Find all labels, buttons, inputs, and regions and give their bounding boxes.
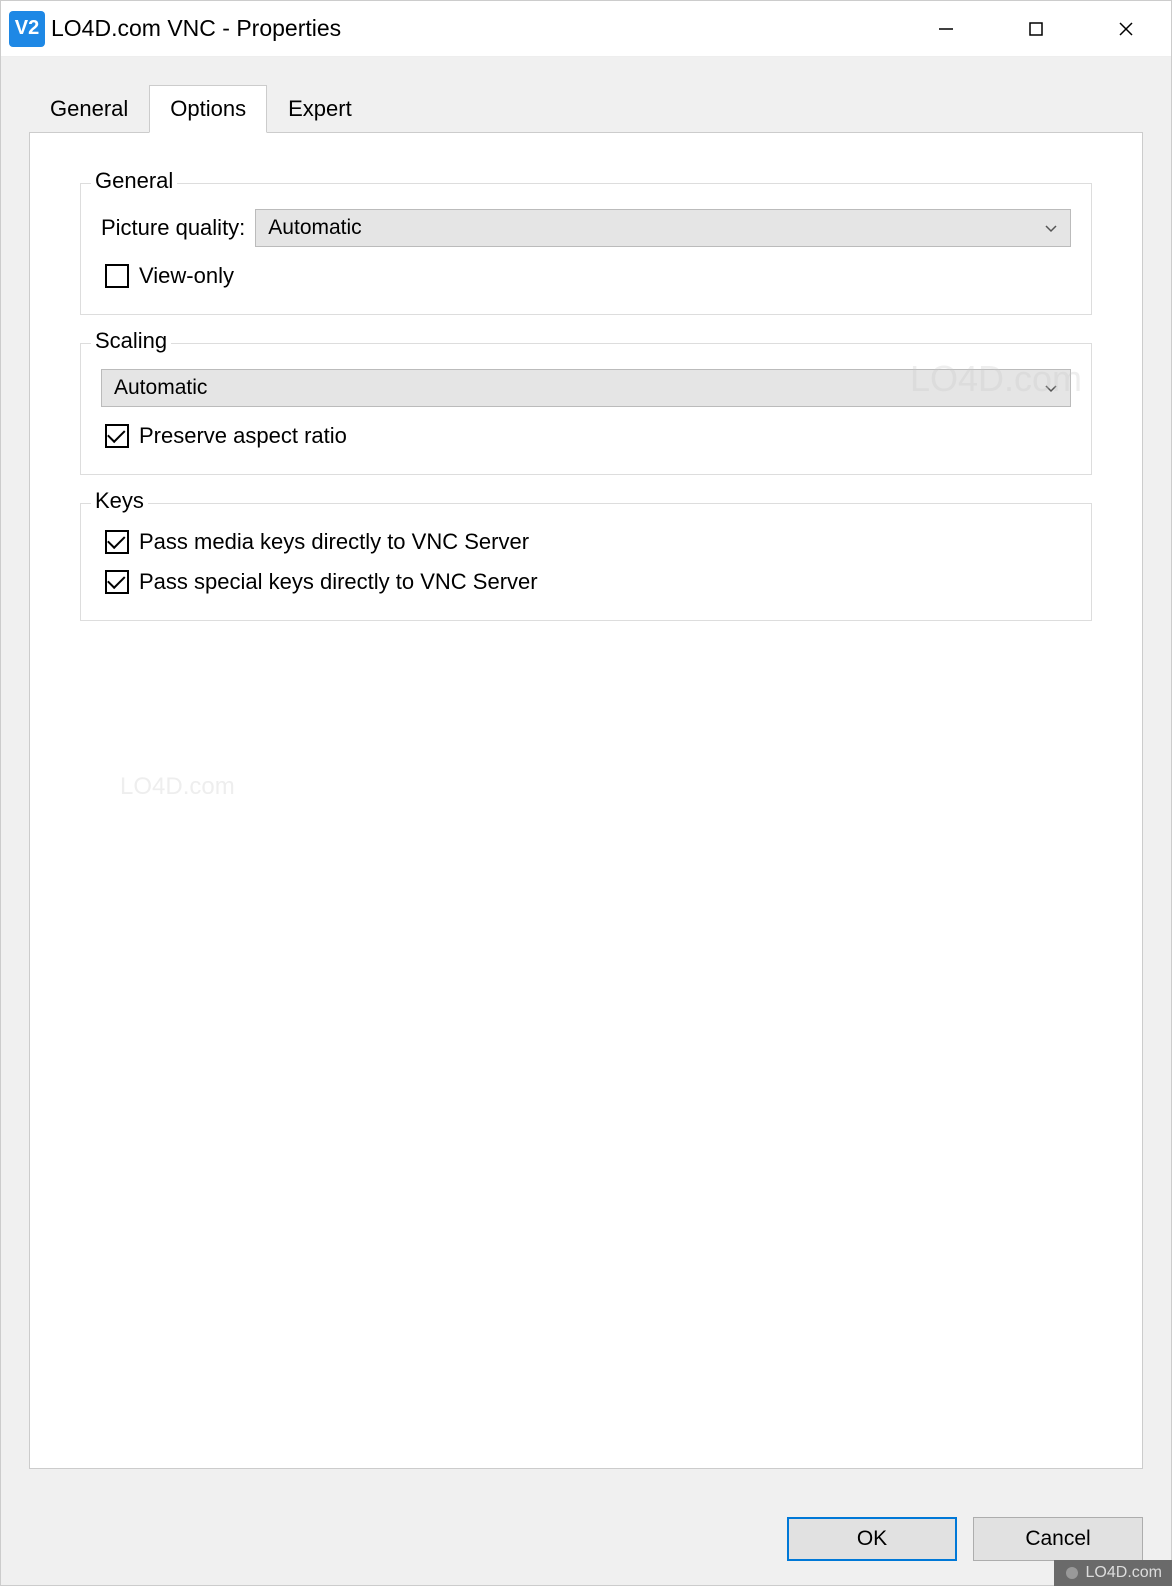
tab-general[interactable]: General bbox=[29, 85, 149, 132]
group-general-legend: General bbox=[91, 168, 177, 194]
app-icon: V2 bbox=[9, 11, 45, 47]
group-scaling: Scaling Automatic Preserve aspect ratio bbox=[80, 343, 1092, 475]
group-scaling-legend: Scaling bbox=[91, 328, 171, 354]
window-title: LO4D.com VNC - Properties bbox=[51, 15, 341, 42]
pass-media-label: Pass media keys directly to VNC Server bbox=[139, 529, 529, 555]
watermark-badge: LO4D.com bbox=[1054, 1560, 1172, 1586]
maximize-button[interactable] bbox=[991, 1, 1081, 56]
pass-special-checkbox-row[interactable]: Pass special keys directly to VNC Server bbox=[101, 569, 1071, 595]
window-controls bbox=[901, 1, 1171, 56]
scaling-value: Automatic bbox=[114, 376, 207, 400]
picture-quality-dropdown[interactable]: Automatic bbox=[255, 209, 1071, 247]
pass-media-checkbox bbox=[105, 530, 129, 554]
scaling-row: Automatic bbox=[101, 369, 1071, 407]
cancel-button[interactable]: Cancel bbox=[973, 1517, 1143, 1561]
picture-quality-value: Automatic bbox=[268, 216, 361, 240]
group-keys-legend: Keys bbox=[91, 488, 148, 514]
group-keys: Keys Pass media keys directly to VNC Ser… bbox=[80, 503, 1092, 621]
dialog-button-bar: OK Cancel bbox=[1, 1497, 1171, 1585]
chevron-down-icon bbox=[1044, 216, 1058, 240]
properties-window: V2 LO4D.com VNC - Properties General Opt… bbox=[0, 0, 1172, 1586]
pass-special-label: Pass special keys directly to VNC Server bbox=[139, 569, 538, 595]
pass-special-checkbox bbox=[105, 570, 129, 594]
picture-quality-label: Picture quality: bbox=[101, 215, 245, 241]
group-general: General Picture quality: Automatic View-… bbox=[80, 183, 1092, 315]
preserve-aspect-checkbox-row[interactable]: Preserve aspect ratio bbox=[101, 423, 1071, 449]
content-area: General Options Expert General Picture q… bbox=[1, 57, 1171, 1497]
close-button[interactable] bbox=[1081, 1, 1171, 56]
tab-panel-options: General Picture quality: Automatic View-… bbox=[29, 132, 1143, 1469]
pass-media-checkbox-row[interactable]: Pass media keys directly to VNC Server bbox=[101, 529, 1071, 555]
watermark-ghost: LO4D.com bbox=[120, 773, 235, 801]
preserve-aspect-label: Preserve aspect ratio bbox=[139, 423, 347, 449]
view-only-checkbox bbox=[105, 264, 129, 288]
maximize-icon bbox=[1027, 20, 1045, 38]
tab-expert[interactable]: Expert bbox=[267, 85, 373, 132]
chevron-down-icon bbox=[1044, 376, 1058, 400]
view-only-label: View-only bbox=[139, 263, 234, 289]
tab-options[interactable]: Options bbox=[149, 85, 267, 133]
ok-button[interactable]: OK bbox=[787, 1517, 957, 1561]
view-only-checkbox-row[interactable]: View-only bbox=[101, 263, 1071, 289]
titlebar: V2 LO4D.com VNC - Properties bbox=[1, 1, 1171, 57]
preserve-aspect-checkbox bbox=[105, 424, 129, 448]
minimize-icon bbox=[937, 20, 955, 38]
tabs: General Options Expert bbox=[29, 85, 1143, 132]
watermark-icon bbox=[1064, 1565, 1080, 1581]
scaling-dropdown[interactable]: Automatic bbox=[101, 369, 1071, 407]
close-icon bbox=[1117, 20, 1135, 38]
watermark-text: LO4D.com bbox=[1086, 1564, 1162, 1582]
minimize-button[interactable] bbox=[901, 1, 991, 56]
picture-quality-row: Picture quality: Automatic bbox=[101, 209, 1071, 247]
